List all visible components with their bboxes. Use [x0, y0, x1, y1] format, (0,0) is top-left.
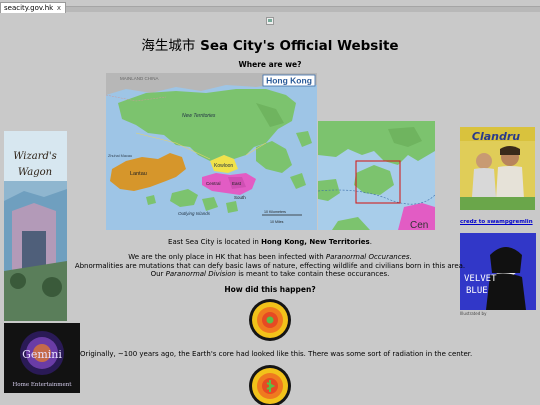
scale-mi-label: 10 Miles: [270, 220, 284, 224]
clandru-art: Clandru: [460, 127, 535, 210]
earth-core-graphic-2: [249, 365, 291, 405]
infection-italic: Paranormal Occurances: [325, 253, 410, 261]
earth-core-image-2: [248, 364, 292, 405]
gemini-title: Gemini: [22, 348, 62, 361]
core-caption: Originally, ~100 years ago, the Earth's …: [80, 350, 473, 358]
where-heading: Where are we?: [238, 60, 302, 69]
zoomed-location-map: Cen: [318, 121, 435, 230]
south-label: South: [234, 195, 246, 200]
hong-kong-map: Hong Kong MAINLAND CHINA New Territories…: [106, 73, 317, 230]
how-heading: How did this happen?: [224, 285, 316, 294]
zhuhai-label: Zhuhai Macau: [108, 154, 132, 158]
outlying-islands-label: Outlying Islands: [178, 211, 211, 216]
tab-strip-empty: [66, 6, 540, 12]
infection-prefix: We are the only place in HK that has bee…: [128, 253, 326, 261]
earth-core-image: [248, 298, 292, 346]
gemini-ad[interactable]: Gemini Home Entertainment: [4, 323, 80, 393]
division-italic: Paranormal Division: [165, 270, 236, 278]
division-text: Our Paranormal Division is meant to take…: [0, 270, 540, 279]
location-suffix: .: [369, 238, 372, 246]
clandru-title: Clandru: [472, 130, 520, 143]
gemini-art: Gemini Home Entertainment: [4, 323, 80, 393]
wizard-title-line2: Wagon: [18, 167, 52, 178]
page-title: 海生城市 Sea City's Official Website: [0, 34, 540, 54]
location-bold: Hong Kong, New Territories: [261, 238, 370, 246]
hong-kong-map-graphic: Hong Kong MAINLAND CHINA New Territories…: [106, 73, 317, 230]
wizard-title-line1: Wizard's: [13, 151, 57, 162]
infection-text: We are the only place in HK that has bee…: [0, 253, 540, 262]
page-title-cjk: 海生城市: [141, 38, 196, 54]
location-text: East Sea City is located in Hong Kong, N…: [0, 238, 540, 247]
division-prefix: Our: [150, 270, 166, 278]
new-territories-label: New Territories: [182, 113, 216, 119]
division-suffix: is meant to take contain these occurance…: [235, 270, 390, 278]
lantau-label: Lantau: [130, 171, 147, 177]
east-label: East: [232, 181, 242, 186]
zoom-map-label: Cen: [410, 220, 428, 230]
gemini-subtitle: Home Entertainment: [13, 382, 73, 388]
broken-image-icon: [266, 17, 274, 25]
infection-suffix: .: [409, 253, 412, 261]
browser-tab-title: seacity.gov.hk: [4, 4, 54, 12]
browser-tab-bar: seacity.gov.hk x: [0, 0, 540, 14]
browser-tab[interactable]: seacity.gov.hk x: [0, 2, 66, 13]
credz-swampgremlin-link[interactable]: credz to swampgremlin: [460, 219, 533, 225]
mainland-label: MAINLAND CHINA: [120, 76, 159, 81]
earth-core-graphic: [249, 299, 291, 341]
page-title-english: Sea City's Official Website: [200, 38, 399, 54]
close-tab-icon[interactable]: x: [57, 3, 61, 13]
hong-kong-label: Hong Kong: [266, 76, 312, 86]
scale-km-label: 10 Kilometers: [264, 210, 286, 214]
clandru-ad[interactable]: Clandru: [460, 127, 535, 210]
zoomed-location-map-graphic: Cen: [318, 121, 435, 230]
central-label: Central: [206, 181, 221, 186]
kowloon-label: Kowloon: [214, 163, 233, 169]
velvet-caption: Illustrated by: [460, 311, 487, 316]
location-prefix: East Sea City is located in: [168, 238, 262, 246]
